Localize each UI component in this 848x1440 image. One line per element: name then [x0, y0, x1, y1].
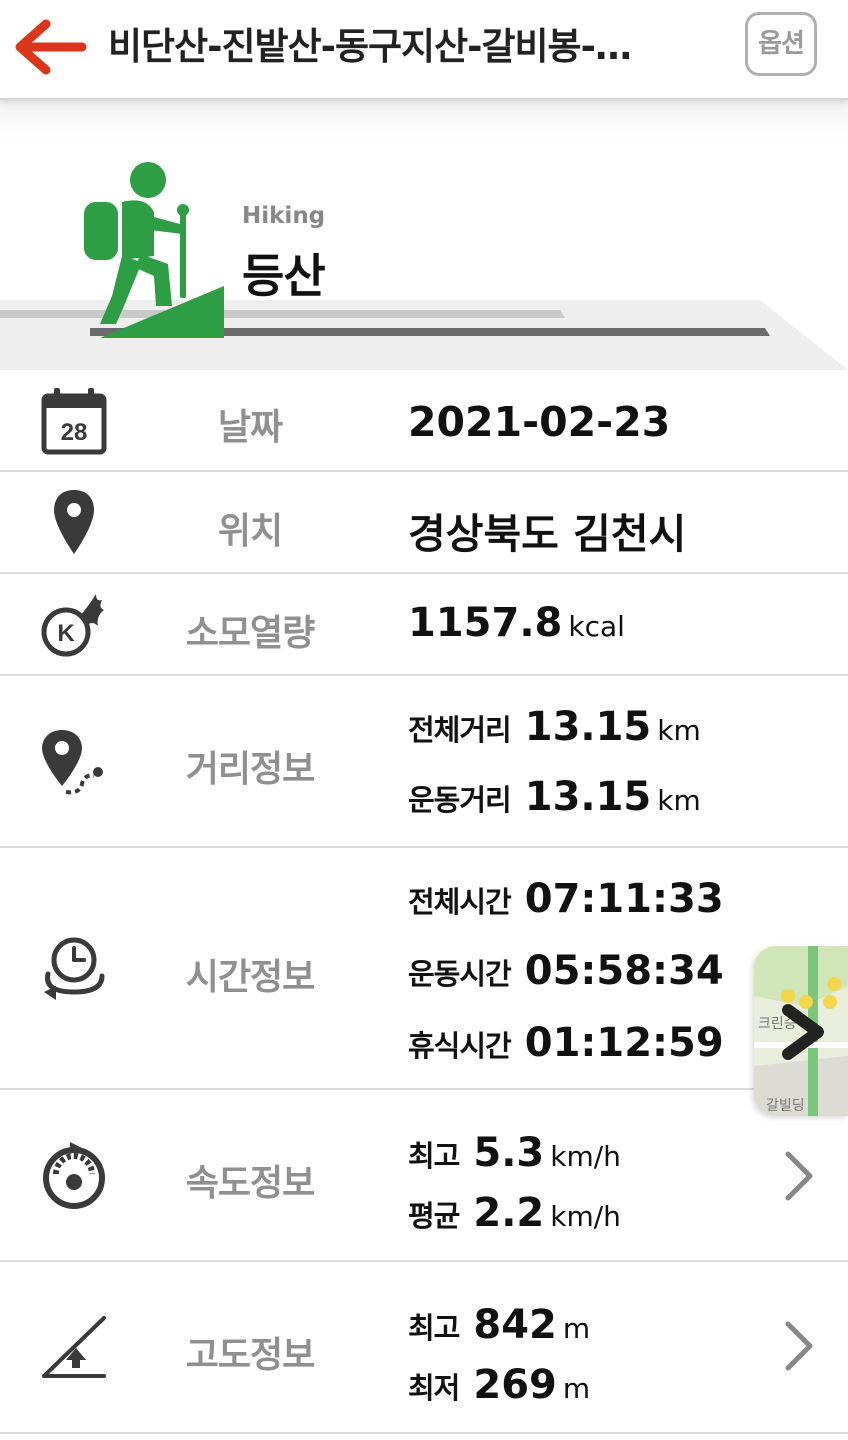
rest-time-label: 휴식시간 — [408, 1029, 512, 1063]
max-altitude-value: 842 — [473, 1302, 557, 1348]
time-label: 시간정보 — [185, 957, 315, 998]
route-pin-icon — [42, 730, 103, 795]
altitude-slope-icon — [42, 1316, 106, 1378]
top-bar: 비단산-진밭산-동구지산-갈비봉-… 옵션 — [0, 0, 848, 100]
altitude-detail-chevron-icon[interactable] — [778, 1318, 818, 1374]
calories-value-line: 1157.8 kcal — [408, 600, 625, 646]
calories-value: 1157.8 — [408, 600, 563, 646]
activity-hero: Hiking 등산 — [0, 100, 848, 370]
max-speed-label: 최고 — [408, 1139, 460, 1173]
calories-label: 소모열량 — [185, 613, 315, 654]
calories-unit: kcal — [568, 610, 625, 643]
avg-speed-value: 2.2 — [473, 1190, 545, 1236]
exercise-time-value: 05:58:34 — [524, 948, 724, 994]
location-value: 경상북도 김천시 — [408, 510, 687, 558]
speed-detail-chevron-icon[interactable] — [778, 1148, 818, 1204]
calorie-icon-letter: K — [57, 620, 75, 647]
avg-speed-unit: km/h — [550, 1200, 621, 1233]
options-button[interactable]: 옵션 — [745, 12, 817, 76]
avg-speed-label: 평균 — [408, 1199, 460, 1233]
calories-row: K 소모열량 1157.8 kcal — [0, 574, 848, 676]
max-speed-value: 5.3 — [473, 1130, 545, 1176]
back-button[interactable] — [14, 18, 90, 76]
max-altitude-unit: m — [562, 1312, 591, 1345]
total-distance-line: 전체거리 13.15 km — [408, 704, 701, 750]
exercise-distance-line: 운동거리 13.15 km — [408, 774, 701, 820]
exercise-distance-unit: km — [657, 784, 701, 817]
exercise-time-line: 운동시간 05:58:34 — [408, 948, 724, 994]
calendar-icon: 28 — [41, 388, 107, 455]
date-label: 날짜 — [217, 407, 283, 448]
total-time-value: 07:11:33 — [524, 876, 724, 922]
total-time-line: 전체시간 07:11:33 — [408, 876, 724, 922]
min-altitude-unit: m — [562, 1372, 591, 1405]
calorie-fire-icon: K — [41, 594, 104, 657]
clock-rotate-icon — [44, 937, 105, 1000]
avg-speed-line: 평균 2.2 km/h — [408, 1190, 621, 1236]
exercise-distance-label: 운동거리 — [408, 783, 512, 817]
exercise-distance-value: 13.15 — [524, 774, 652, 820]
min-altitude-line: 최저 269 m — [408, 1362, 590, 1408]
hiker-icon — [84, 162, 224, 338]
max-speed-unit: km/h — [550, 1140, 621, 1173]
time-row: 시간정보 전체시간 07:11:33 운동시간 05:58:34 휴식시간 01:12… — [0, 848, 848, 1090]
total-time-label: 전체시간 — [408, 885, 512, 919]
speed-row[interactable]: 속도정보 최고 5.3 km/h 평균 2.2 km/h — [0, 1090, 848, 1262]
max-altitude-line: 최고 842 m — [408, 1302, 590, 1348]
location-label: 위치 — [217, 511, 283, 552]
altitude-row[interactable]: 고도정보 최고 842 m 최저 269 m — [0, 1262, 848, 1434]
speed-label: 속도정보 — [185, 1163, 315, 1204]
page-title: 비단산-진밭산-동구지산-갈비봉-… — [108, 25, 632, 68]
date-row: 28 날짜 2021-02-23 — [0, 370, 848, 472]
distance-label: 거리정보 — [185, 749, 315, 790]
speedometer-icon — [43, 1142, 105, 1209]
location-pin-icon — [54, 490, 94, 554]
activity-subtitle: Hiking — [242, 203, 326, 229]
map-preview-button[interactable]: 크린승 갈빌딩 — [754, 946, 848, 1116]
total-distance-label: 전체거리 — [408, 713, 512, 747]
activity-title: 등산 — [242, 249, 326, 303]
exercise-time-label: 운동시간 — [408, 957, 512, 991]
rest-time-line: 휴식시간 01:12:59 — [408, 1020, 724, 1066]
back-arrow-icon — [15, 19, 87, 75]
calendar-day-text: 28 — [61, 419, 88, 446]
max-altitude-label: 최고 — [408, 1311, 460, 1345]
min-altitude-value: 269 — [473, 1362, 557, 1408]
location-row: 위치 경상북도 김천시 — [0, 472, 848, 574]
total-distance-value: 13.15 — [524, 704, 652, 750]
rest-time-value: 01:12:59 — [524, 1020, 724, 1066]
total-distance-unit: km — [657, 714, 701, 747]
date-value: 2021-02-23 — [408, 398, 671, 446]
distance-row: 거리정보 전체거리 13.15 km 운동거리 13.15 km — [0, 676, 848, 848]
max-speed-line: 최고 5.3 km/h — [408, 1130, 621, 1176]
chevron-right-icon — [782, 1004, 824, 1060]
min-altitude-label: 최저 — [408, 1371, 460, 1405]
map-label-2: 갈빌딩 — [766, 1097, 805, 1113]
altitude-label: 고도정보 — [185, 1335, 315, 1376]
